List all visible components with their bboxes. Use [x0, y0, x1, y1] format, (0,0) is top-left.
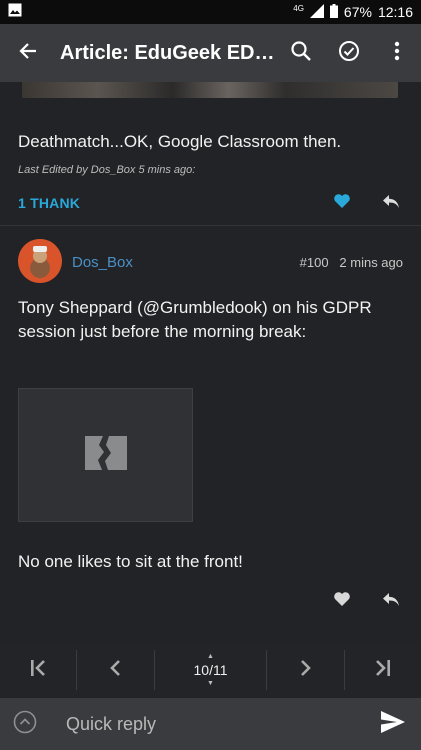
- quick-reply-input[interactable]: [50, 704, 365, 744]
- overflow-menu-button[interactable]: [373, 24, 421, 82]
- post-body-text: Deathmatch...OK, Google Classroom then.: [18, 132, 342, 151]
- send-icon: [381, 710, 405, 738]
- post-meta: #100 2 mins ago: [300, 255, 403, 270]
- like-button[interactable]: [328, 189, 356, 217]
- search-icon: [290, 40, 312, 67]
- next-page-button[interactable]: [267, 642, 343, 698]
- reply-icon: [381, 193, 401, 214]
- reply-button[interactable]: [377, 189, 405, 217]
- first-page-icon: [30, 659, 46, 682]
- first-page-button[interactable]: [0, 642, 76, 698]
- broken-image-icon: [84, 435, 127, 475]
- arrow-left-icon: [18, 41, 38, 66]
- page-title: Article: EduGeek EDITion Live! 2018 Live…: [60, 41, 277, 64]
- heart-icon: [333, 591, 351, 612]
- quick-reply-bar: [0, 698, 421, 750]
- post-number: #100: [299, 255, 329, 270]
- chevron-right-icon: [300, 659, 312, 682]
- check-circle-icon: [338, 40, 360, 67]
- post-body-text: Tony Sheppard (@Grumbledook) on his GDPR…: [18, 298, 372, 341]
- previous-page-button[interactable]: [77, 642, 153, 698]
- like-button[interactable]: [328, 587, 356, 615]
- signal-icon: [309, 3, 324, 21]
- post-divider: [0, 225, 421, 226]
- thread-content[interactable]: Deathmatch...OK, Google Classroom then. …: [0, 82, 421, 642]
- last-edited-note: Last Edited by Dos_Box 5 mins ago:: [18, 164, 196, 176]
- page-indicator: 10/11: [193, 662, 228, 678]
- chevron-up-circle-icon: [13, 710, 37, 739]
- caret-down-icon: ▼: [207, 680, 214, 687]
- post-author-name[interactable]: Dos_Box: [72, 254, 133, 271]
- battery-level: 67%: [343, 4, 372, 20]
- last-page-icon: [375, 659, 391, 682]
- chevron-left-icon: [109, 659, 121, 682]
- send-button[interactable]: [365, 698, 421, 750]
- heart-icon: [333, 193, 351, 214]
- expand-reply-button[interactable]: [0, 698, 50, 750]
- reply-button[interactable]: [377, 587, 405, 615]
- post-body-text: No one likes to sit at the front!: [18, 552, 243, 571]
- search-button[interactable]: [277, 24, 325, 82]
- back-button[interactable]: [0, 24, 56, 82]
- app-toolbar: Article: EduGeek EDITion Live! 2018 Live…: [0, 24, 421, 82]
- caret-up-icon: ▲: [207, 653, 214, 660]
- network-type: 4G: [293, 3, 304, 13]
- post-time: 2 mins ago: [339, 255, 403, 270]
- post-image-partial[interactable]: [22, 82, 398, 98]
- post-image-broken[interactable]: [18, 388, 193, 522]
- last-page-button[interactable]: [345, 642, 421, 698]
- battery-icon: [329, 3, 338, 21]
- thanks-count-link[interactable]: 1 THANK: [18, 195, 80, 211]
- avatar[interactable]: [18, 239, 62, 283]
- page-selector[interactable]: ▲ 10/11 ▼: [155, 642, 267, 698]
- more-vert-icon: [394, 41, 400, 66]
- status-bar: 4G 67% 12:16: [0, 0, 421, 24]
- reply-icon: [381, 591, 401, 612]
- page-navigation: ▲ 10/11 ▼: [0, 642, 421, 698]
- mark-read-button[interactable]: [325, 24, 373, 82]
- clock: 12:16: [377, 4, 413, 20]
- gallery-notification-icon: [8, 3, 22, 22]
